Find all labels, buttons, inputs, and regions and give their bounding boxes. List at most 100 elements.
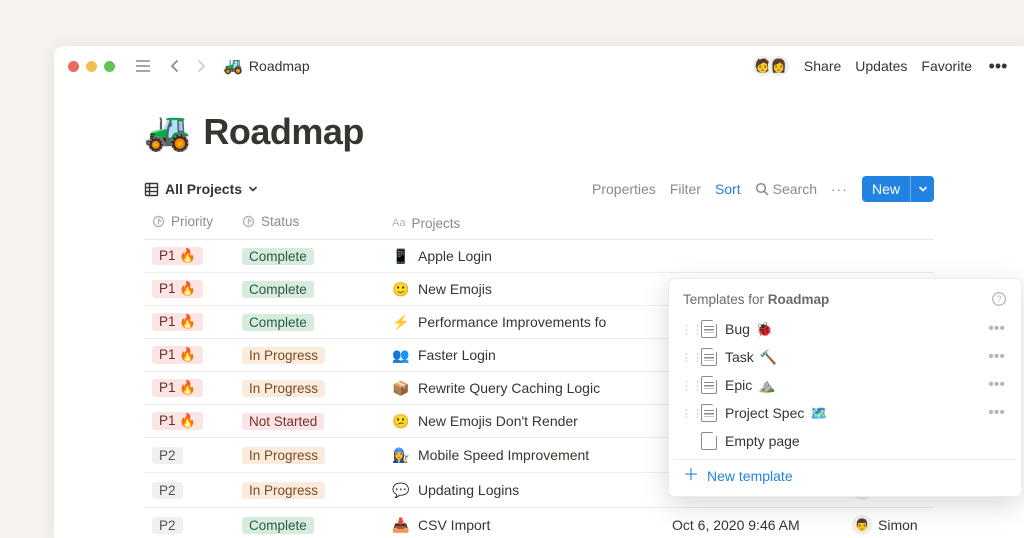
project-cell: 📦Rewrite Query Caching Logic <box>392 380 600 397</box>
page-title: 🚜 Roadmap <box>144 110 934 154</box>
search-button[interactable]: Search <box>755 181 817 197</box>
table-header-row: Priority Status AaProjects <box>144 206 934 240</box>
project-cell: 👩‍🔧Mobile Speed Improvement <box>392 447 589 464</box>
filter-button[interactable]: Filter <box>670 181 701 197</box>
project-cell: 👥 Faster Login <box>392 347 496 364</box>
col-header-date[interactable] <box>664 206 844 240</box>
priority-tag: P1 🔥 <box>152 247 203 265</box>
table-row[interactable]: P2Complete📥CSV ImportOct 6, 2020 9:46 AM… <box>144 508 934 538</box>
view-more-button[interactable]: ··· <box>831 181 848 197</box>
col-header-person[interactable] <box>844 206 934 240</box>
view-actions: Properties Filter Sort Search ··· New <box>592 176 934 202</box>
sort-button[interactable]: Sort <box>715 181 741 197</box>
template-item[interactable]: Empty page <box>673 427 1017 455</box>
breadcrumb-title: Roadmap <box>249 58 310 74</box>
template-more-button[interactable]: ••• <box>984 376 1009 394</box>
project-name: Performance Improvements fo <box>418 314 606 330</box>
project-name: Faster Login <box>418 347 496 363</box>
view-switcher[interactable]: All Projects <box>144 181 258 197</box>
titlebar-right: 🧑 👩 Share Updates Favorite ••• <box>752 54 1010 78</box>
database-view-bar: All Projects Properties Filter Sort Sear… <box>144 176 934 202</box>
col-header-status[interactable]: Status <box>234 206 384 240</box>
zoom-window-button[interactable] <box>104 61 115 72</box>
template-label: Bug🐞 <box>725 321 976 338</box>
project-cell: 💬Updating Logins <box>392 482 519 499</box>
titlebar: 🚜 Roadmap 🧑 👩 Share Updates Favorite ••• <box>54 46 1024 86</box>
properties-button[interactable]: Properties <box>592 181 656 197</box>
priority-tag: P1 🔥 <box>152 412 203 430</box>
project-cell: 😕New Emojis Don't Render <box>392 413 578 430</box>
table-view-icon <box>144 182 159 197</box>
page-icon <box>701 320 717 338</box>
templates-header-prefix: Templates for <box>683 292 768 307</box>
presence-avatars[interactable]: 🧑 👩 <box>752 55 790 77</box>
project-icon: 📥 <box>392 517 410 534</box>
page-content: 🚜 Roadmap All Projects Properties Filter… <box>54 86 1024 538</box>
priority-tag: P2 <box>152 482 183 499</box>
status-tag: Not Started <box>242 413 324 430</box>
project-cell: 🙂New Emojis <box>392 281 492 298</box>
template-more-button[interactable]: ••• <box>984 320 1009 338</box>
search-icon <box>755 182 769 196</box>
plus-icon: ＋ <box>683 468 699 484</box>
drag-handle-icon[interactable]: ⋮⋮ <box>681 351 693 364</box>
status-tag: Complete <box>242 314 314 331</box>
drag-handle-icon[interactable]: ⋮⋮ <box>681 407 693 420</box>
close-window-button[interactable] <box>68 61 79 72</box>
breadcrumb[interactable]: 🚜 Roadmap <box>223 56 310 76</box>
project-icon: 😕 <box>392 413 410 430</box>
person-name: Simon <box>878 517 918 533</box>
drag-handle-icon[interactable]: ⋮⋮ <box>681 379 693 392</box>
view-name: All Projects <box>165 181 242 197</box>
templates-help-icon[interactable]: ? <box>991 291 1007 307</box>
project-cell: 📱Apple Login <box>392 248 492 265</box>
status-tag: In Progress <box>242 347 325 364</box>
page-title-text[interactable]: Roadmap <box>203 111 364 153</box>
date-cell: Oct 6, 2020 9:46 AM <box>664 508 844 538</box>
project-icon: 👩‍🔧 <box>392 447 410 464</box>
nav-back-button[interactable] <box>163 54 187 78</box>
page-icon[interactable]: 🚜 <box>144 110 191 154</box>
breadcrumb-icon: 🚜 <box>223 56 243 76</box>
more-menu-button[interactable]: ••• <box>986 54 1010 78</box>
new-button[interactable]: New <box>862 176 934 202</box>
priority-tag: P2 <box>152 447 183 464</box>
search-label: Search <box>773 181 817 197</box>
priority-tag: P1 🔥 <box>152 379 203 397</box>
chevron-down-icon <box>248 184 258 194</box>
avatar: 👨 <box>852 515 872 535</box>
template-item[interactable]: ⋮⋮ Bug🐞 ••• <box>673 315 1017 343</box>
templates-header-name: Roadmap <box>768 292 830 307</box>
share-button[interactable]: Share <box>804 58 841 74</box>
status-tag: In Progress <box>242 447 325 464</box>
templates-popover-header: Templates for Roadmap ? <box>673 289 1017 315</box>
project-icon: 👥 <box>392 347 410 364</box>
project-icon: 📦 <box>392 380 410 397</box>
page-icon <box>701 404 717 422</box>
status-tag: In Progress <box>242 482 325 499</box>
window-controls <box>68 61 115 72</box>
template-more-button[interactable]: ••• <box>984 404 1009 422</box>
project-cell: 📥CSV Import <box>392 517 490 534</box>
table-row[interactable]: P1 🔥 Complete 📱Apple Login <box>144 240 934 273</box>
sidebar-toggle-icon[interactable] <box>131 54 155 78</box>
updates-button[interactable]: Updates <box>855 58 907 74</box>
minimize-window-button[interactable] <box>86 61 97 72</box>
col-header-projects[interactable]: AaProjects <box>384 206 664 240</box>
page-icon <box>701 376 717 394</box>
template-label: Project Spec🗺️ <box>725 405 976 422</box>
project-icon: 📱 <box>392 248 410 265</box>
nav-forward-button[interactable] <box>189 54 213 78</box>
status-tag: Complete <box>242 248 314 265</box>
template-item[interactable]: ⋮⋮Task🔨••• <box>673 343 1017 371</box>
priority-tag: P1 🔥 <box>152 346 203 364</box>
col-header-priority[interactable]: Priority <box>144 206 234 240</box>
new-button-caret[interactable] <box>910 176 934 202</box>
template-item[interactable]: ⋮⋮Epic⛰️••• <box>673 371 1017 399</box>
template-item[interactable]: ⋮⋮ Project Spec🗺️ ••• <box>673 399 1017 427</box>
svg-text:?: ? <box>996 294 1001 304</box>
new-template-button[interactable]: ＋ New template <box>673 459 1017 490</box>
template-more-button[interactable]: ••• <box>984 348 1009 366</box>
favorite-button[interactable]: Favorite <box>921 58 972 74</box>
drag-handle-icon[interactable]: ⋮⋮ <box>681 323 693 336</box>
